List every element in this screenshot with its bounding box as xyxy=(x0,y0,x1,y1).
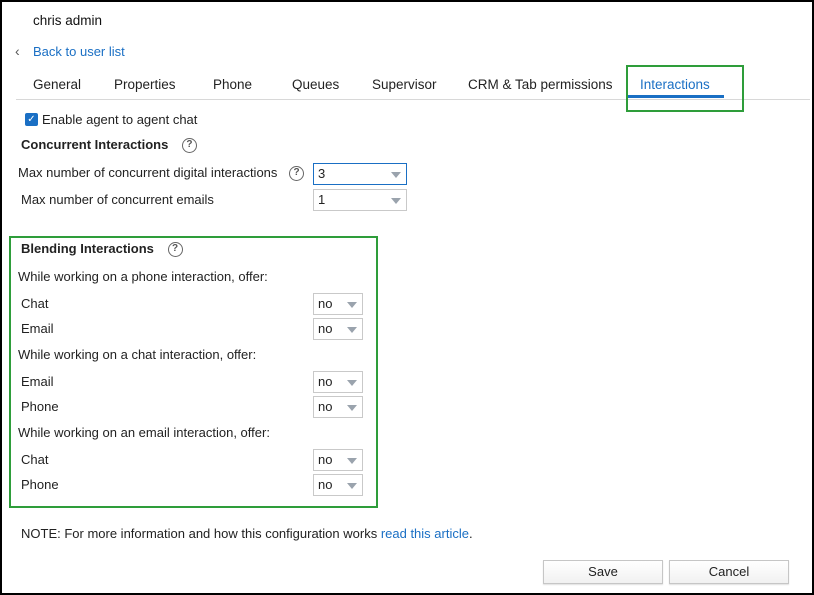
user-name: chris admin xyxy=(33,13,103,28)
note-text: NOTE: For more information and how this … xyxy=(21,526,473,541)
concurrent-digital-row: Max number of concurrent digital interac… xyxy=(18,165,305,182)
phone-chat-select[interactable]: no xyxy=(313,293,363,315)
email-chat-value: no xyxy=(318,452,333,467)
concurrent-emails-value: 1 xyxy=(318,192,326,207)
phone-email-label: Email xyxy=(21,321,54,336)
email-phone-select[interactable]: no xyxy=(313,474,363,496)
email-chat-select[interactable]: no xyxy=(313,449,363,471)
concurrent-digital-select[interactable]: 3 xyxy=(313,163,407,185)
chat-phone-value: no xyxy=(318,399,333,414)
phone-group-label: While working on a phone interaction, of… xyxy=(18,269,268,284)
blending-section-title: Blending Interactions ? xyxy=(21,241,183,258)
chat-phone-select[interactable]: no xyxy=(313,396,363,418)
email-phone-label: Phone xyxy=(21,477,59,492)
interactions-tab-highlight xyxy=(626,65,744,112)
caret-down-icon xyxy=(347,405,357,411)
concurrent-section-title: Concurrent Interactions ? xyxy=(21,137,197,154)
chat-phone-label: Phone xyxy=(21,399,59,414)
email-group-label: While working on an email interaction, o… xyxy=(18,425,270,440)
chat-email-select[interactable]: no xyxy=(313,371,363,393)
cancel-button[interactable]: Cancel xyxy=(669,560,789,584)
caret-down-icon xyxy=(391,198,401,204)
chevron-left-icon: ‹ xyxy=(15,43,20,59)
help-icon[interactable]: ? xyxy=(289,166,305,182)
caret-down-icon xyxy=(347,458,357,464)
help-icon[interactable]: ? xyxy=(167,242,183,258)
caret-down-icon xyxy=(347,380,357,386)
checkmark-icon[interactable]: ✓ xyxy=(25,113,38,126)
save-button[interactable]: Save xyxy=(543,560,663,584)
concurrent-digital-value: 3 xyxy=(318,166,326,181)
chat-email-label: Email xyxy=(21,374,54,389)
help-icon[interactable]: ? xyxy=(181,138,197,154)
concurrent-emails-select[interactable]: 1 xyxy=(313,189,407,211)
chat-email-value: no xyxy=(318,374,333,389)
caret-down-icon xyxy=(391,172,401,178)
caret-down-icon xyxy=(347,327,357,333)
tab-properties[interactable]: Properties xyxy=(114,77,176,92)
tab-supervisor[interactable]: Supervisor xyxy=(372,77,437,92)
phone-email-value: no xyxy=(318,321,333,336)
caret-down-icon xyxy=(347,302,357,308)
read-article-link[interactable]: read this article xyxy=(381,526,469,541)
agent-chat-label: Enable agent to agent chat xyxy=(42,112,198,127)
email-chat-label: Chat xyxy=(21,452,49,467)
tab-queues[interactable]: Queues xyxy=(292,77,339,92)
back-to-user-list-link[interactable]: ‹ Back to user list xyxy=(15,43,125,59)
concurrent-heading: Concurrent Interactions xyxy=(21,137,169,152)
back-link-label: Back to user list xyxy=(33,43,125,59)
chat-group-label: While working on a chat interaction, off… xyxy=(18,347,257,362)
phone-chat-label: Chat xyxy=(21,296,49,311)
caret-down-icon xyxy=(347,483,357,489)
tab-general[interactable]: General xyxy=(33,77,81,92)
email-phone-value: no xyxy=(318,477,333,492)
phone-chat-value: no xyxy=(318,296,333,311)
concurrent-digital-label: Max number of concurrent digital interac… xyxy=(18,165,278,180)
blending-heading: Blending Interactions xyxy=(21,241,154,256)
tab-phone[interactable]: Phone xyxy=(213,77,252,92)
concurrent-emails-label: Max number of concurrent emails xyxy=(21,192,214,207)
tab-crm-tab-permissions[interactable]: CRM & Tab permissions xyxy=(468,77,613,92)
agent-chat-checkbox-row[interactable]: ✓ Enable agent to agent chat xyxy=(25,112,197,127)
phone-email-select[interactable]: no xyxy=(313,318,363,340)
note-prefix: NOTE: For more information and how this … xyxy=(21,526,381,541)
note-suffix: . xyxy=(468,526,473,541)
